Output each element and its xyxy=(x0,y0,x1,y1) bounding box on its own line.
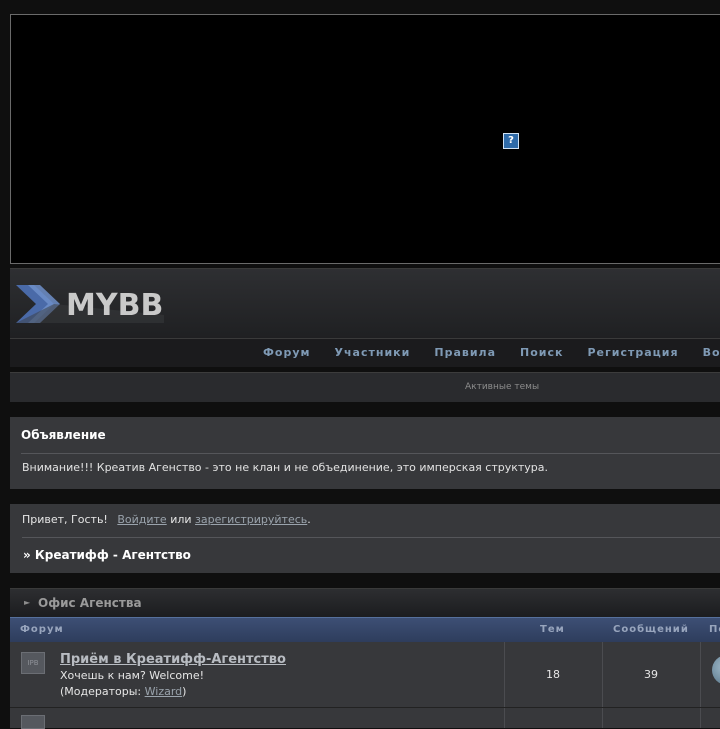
cell-divider xyxy=(700,708,701,728)
col-topics: Тем xyxy=(540,624,565,635)
announcement-text: Внимание!!! Креатив Агенство - это не кл… xyxy=(22,461,549,474)
active-topics-link[interactable]: Активные темы xyxy=(465,373,539,402)
divider xyxy=(22,537,720,538)
collapse-arrow-icon[interactable]: ► xyxy=(24,598,30,607)
main-nav: Форум Участники Правила Поиск Регистраци… xyxy=(10,338,720,367)
or-text: или xyxy=(170,513,192,526)
guest-greeting: Привет, Гость! Войдите или зарегистрируй… xyxy=(22,513,311,526)
greeting-text: Привет, Гость! xyxy=(22,513,108,526)
nav-login[interactable]: Во xyxy=(703,339,720,367)
announcement-title: Объявление xyxy=(21,417,720,454)
category-title[interactable]: Офис Агенства xyxy=(38,589,142,618)
table-row: IPB Приём в Креатифф-Агентство Хочешь к … xyxy=(10,642,720,708)
forum-status-icon: IPB xyxy=(21,652,45,674)
mybb-logo[interactable]: MYBB xyxy=(14,279,164,329)
announcement-box: Объявление Внимание!!! Креатив Агенство … xyxy=(10,417,720,489)
moderator-link[interactable]: Wizard xyxy=(145,685,183,698)
missing-plugin-icon[interactable]: ? xyxy=(503,133,519,149)
col-last-post: По xyxy=(709,624,720,635)
moderators-close: ) xyxy=(182,685,187,698)
register-link[interactable]: зарегистрируйтесь xyxy=(195,513,307,526)
cell-divider xyxy=(504,642,505,707)
period-text: . xyxy=(307,513,311,526)
nav-register[interactable]: Регистрация xyxy=(587,339,678,367)
cell-divider xyxy=(700,642,701,707)
guest-welcome-box: Привет, Гость! Войдите или зарегистрируй… xyxy=(10,504,720,573)
col-posts: Сообщений xyxy=(613,624,689,635)
moderators-label: (Модераторы: xyxy=(60,685,145,698)
svg-text:MYBB: MYBB xyxy=(66,288,163,323)
nav-forum[interactable]: Форум xyxy=(263,339,311,367)
cell-divider xyxy=(602,708,603,728)
forum-link[interactable]: Приём в Креатифф-Агентство xyxy=(60,652,286,667)
nav-rules[interactable]: Правила xyxy=(434,339,496,367)
forum-description: Хочешь к нам? Welcome! xyxy=(60,669,205,682)
header-banner: MYBB xyxy=(10,268,720,339)
category-header: ► Офис Агенства xyxy=(10,588,720,618)
topics-count: 18 xyxy=(546,668,560,681)
posts-count: 39 xyxy=(644,668,658,681)
last-poster-avatar[interactable] xyxy=(712,655,720,685)
forum-status-icon xyxy=(21,715,45,729)
nav-members[interactable]: Участники xyxy=(335,339,411,367)
col-forum: Форум xyxy=(20,624,64,635)
cell-divider xyxy=(602,642,603,707)
sub-nav: Активные темы xyxy=(10,372,720,402)
breadcrumb[interactable]: » Креатифф - Агентство xyxy=(23,548,191,562)
cell-divider xyxy=(504,708,505,728)
forum-table-header: Форум Тем Сообщений По xyxy=(10,617,720,642)
embedded-media-area: ? xyxy=(10,14,720,264)
forum-moderators: (Модераторы: Wizard) xyxy=(60,685,186,698)
nav-search[interactable]: Поиск xyxy=(520,339,563,367)
table-row xyxy=(10,708,720,729)
login-link[interactable]: Войдите xyxy=(117,513,166,526)
